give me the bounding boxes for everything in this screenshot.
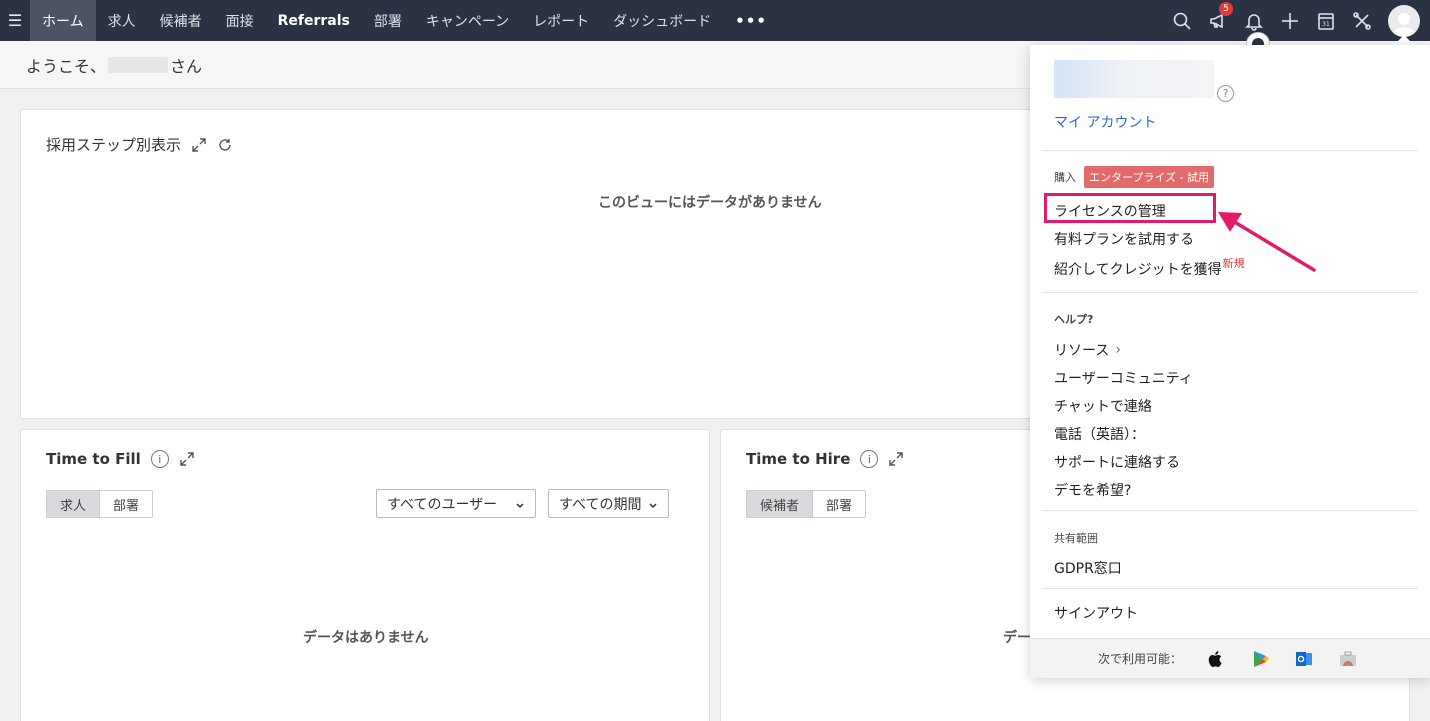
tab-reports[interactable]: レポート <box>521 0 601 41</box>
scope-section-label: 共有範囲 <box>1054 532 1098 545</box>
top-nav: ☰ ホーム 求人 候補者 面接 Referrals 部署 キャンペーン レポート… <box>0 0 1430 41</box>
period-dropdown-value: すべての期間 <box>559 496 642 513</box>
toggle-departments[interactable]: 部署 <box>812 491 865 517</box>
divider <box>1042 588 1418 589</box>
chevron-down-icon <box>515 499 525 509</box>
expand-icon[interactable] <box>191 137 207 153</box>
google-play-icon[interactable] <box>1250 649 1270 669</box>
card-title: Time to Fill <box>46 450 141 468</box>
tab-home[interactable]: ホーム <box>30 0 96 41</box>
card-title: 採用ステップ別表示 <box>46 136 182 154</box>
plus-icon[interactable] <box>1272 0 1308 41</box>
divider <box>1042 510 1418 511</box>
try-paid-plan-link[interactable]: 有料プランを試用する <box>1054 229 1194 249</box>
megaphone-icon[interactable]: 5 <box>1200 0 1236 41</box>
sign-out-link[interactable]: サインアウト <box>1054 603 1138 623</box>
users-dropdown[interactable]: すべてのユーザー <box>376 489 536 518</box>
user-name-redacted <box>108 56 169 73</box>
divider <box>1042 150 1418 151</box>
search-icon[interactable] <box>1164 0 1200 41</box>
resources-link[interactable]: リソース › <box>1054 340 1121 360</box>
menu-icon[interactable]: ☰ <box>0 0 30 41</box>
avatar-icon[interactable] <box>1388 4 1420 37</box>
phone-item: 電話（英語）： <box>1054 427 1145 443</box>
info-icon[interactable]: i <box>860 450 879 468</box>
calendar-day: 31 <box>1322 21 1330 28</box>
manage-license-link[interactable]: ライセンスの管理 <box>1054 201 1166 221</box>
chevron-down-icon <box>648 499 658 509</box>
purchase-section: 購入 エンタープライズ - 試用 <box>1054 166 1214 188</box>
refer-credit-label: 紹介してクレジットを獲得 <box>1054 262 1222 278</box>
toggle-candidates[interactable]: 候補者 <box>747 491 813 517</box>
pipeline-card: 採用ステップ別表示 このビューにはデータがありません <box>20 109 1060 419</box>
empty-message: デー <box>1003 630 1031 646</box>
users-dropdown-value: すべてのユーザー <box>387 496 498 513</box>
time-to-fill-card: Time to Fill i 求人 部署 すべてのユーザー すべての期間 データ… <box>20 429 710 721</box>
notification-badge: 5 <box>1219 2 1233 16</box>
toggle-jobs[interactable]: 求人 <box>47 491 100 517</box>
view-toggle: 求人 部署 <box>46 490 154 518</box>
info-icon[interactable]: i <box>150 450 169 468</box>
tab-departments[interactable]: 部署 <box>362 0 414 41</box>
tools-icon[interactable] <box>1344 0 1380 41</box>
time-to-hire-header: Time to Hire i <box>746 450 904 468</box>
trial-badge: エンタープライズ - 試用 <box>1084 166 1214 188</box>
gdpr-link[interactable]: GDPR窓口 <box>1054 558 1122 578</box>
panel-caret <box>1394 35 1414 45</box>
divider <box>1042 292 1418 293</box>
outlook-icon[interactable] <box>1294 649 1314 669</box>
resources-label: リソース <box>1054 343 1110 359</box>
new-tag: 新規 <box>1222 257 1245 270</box>
refresh-icon[interactable] <box>217 137 233 153</box>
nav-tabs: ホーム 求人 候補者 面接 Referrals 部署 キャンペーン レポート ダ… <box>30 0 779 41</box>
card-title: Time to Hire <box>746 450 851 468</box>
tab-dashboard[interactable]: ダッシュボード <box>601 0 723 41</box>
request-demo-link[interactable]: デモを希望? <box>1054 480 1131 500</box>
profile-dropdown: ? マイ アカウント 購入 エンタープライズ - 試用 ライセンスの管理 有料プ… <box>1030 45 1430 678</box>
empty-message: データはありません <box>303 630 429 646</box>
welcome-prefix: ようこそ、 <box>26 56 107 76</box>
calendar-icon[interactable]: 31 <box>1308 0 1344 41</box>
user-community-link[interactable]: ユーザーコミュニティ <box>1054 368 1193 388</box>
tab-candidates[interactable]: 候補者 <box>148 0 214 41</box>
my-account-link[interactable]: マイ アカウント <box>1054 112 1156 132</box>
help-section-label: ヘルプ? <box>1054 313 1094 326</box>
pipeline-card-header: 採用ステップ別表示 <box>46 134 233 155</box>
more-tabs-button[interactable]: ••• <box>723 0 779 41</box>
view-toggle: 候補者 部署 <box>746 490 867 518</box>
tab-interviews[interactable]: 面接 <box>214 0 266 41</box>
tab-referrals[interactable]: Referrals <box>266 0 362 41</box>
contact-support-link[interactable]: サポートに連絡する <box>1054 452 1180 472</box>
apple-icon[interactable] <box>1206 649 1226 669</box>
available-on-label: 次で利用可能： <box>1098 652 1183 666</box>
empty-message: このビューにはデータがありません <box>598 195 822 211</box>
expand-icon[interactable] <box>179 451 195 467</box>
time-to-fill-header: Time to Fill i <box>46 450 195 468</box>
briefcase-icon[interactable] <box>1338 649 1358 669</box>
nav-actions: 5 31 <box>1164 0 1430 41</box>
chevron-right-icon: › <box>1115 342 1121 358</box>
purchase-label: 購入 <box>1054 171 1076 184</box>
tab-campaigns[interactable]: キャンペーン <box>414 0 521 41</box>
welcome-suffix: さん <box>170 56 203 76</box>
toggle-departments[interactable]: 部署 <box>99 491 152 517</box>
help-icon[interactable]: ? <box>1217 85 1234 102</box>
app-availability-bar: 次で利用可能： <box>1030 638 1430 678</box>
period-dropdown[interactable]: すべての期間 <box>548 489 669 518</box>
tab-jobs[interactable]: 求人 <box>96 0 148 41</box>
expand-icon[interactable] <box>888 451 904 467</box>
refer-credit-link[interactable]: 紹介してクレジットを獲得 新規 <box>1054 257 1245 279</box>
user-info-redacted <box>1054 60 1214 98</box>
chat-contact-link[interactable]: チャットで連絡 <box>1054 396 1152 416</box>
